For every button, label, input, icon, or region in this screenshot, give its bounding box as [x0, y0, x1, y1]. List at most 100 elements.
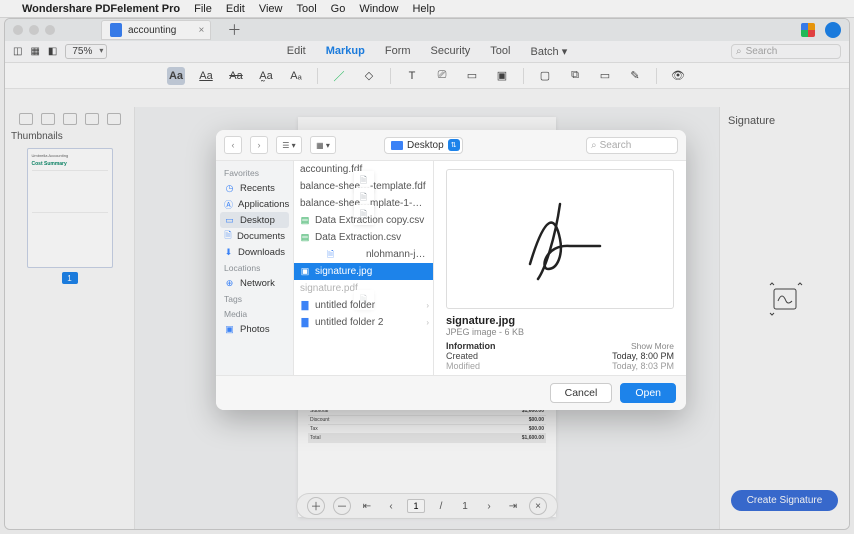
tags-header: Tags — [216, 291, 293, 306]
menu-window[interactable]: Window — [359, 3, 398, 15]
location-selector[interactable]: Desktop ⇅ — [384, 137, 463, 154]
signature-icon[interactable]: ✎ — [626, 67, 644, 85]
file-row[interactable]: ▤Data Extraction copy.csv — [294, 212, 433, 229]
folder-icon: ▇ — [300, 301, 310, 311]
sidebar-toggle-icon[interactable]: ◫ — [13, 46, 22, 57]
search-placeholder: Search — [746, 46, 778, 57]
tab-tool[interactable]: Tool — [490, 45, 510, 58]
file-row[interactable]: ▤Data Extraction.csv — [294, 229, 433, 246]
file-row[interactable]: 🗎signature.pdf — [294, 280, 433, 297]
tab-batch[interactable]: Batch ▾ — [530, 45, 567, 58]
sidebar-photos[interactable]: ▣Photos — [216, 321, 293, 337]
show-more-link[interactable]: Show More — [631, 341, 674, 351]
app-grid-icon[interactable] — [801, 23, 815, 37]
menu-edit[interactable]: Edit — [226, 3, 245, 15]
thumbnails-label: Thumbnails — [11, 131, 128, 142]
cancel-button[interactable]: Cancel — [550, 383, 613, 403]
squiggly-icon[interactable]: A̰a — [257, 67, 275, 85]
menu-help[interactable]: Help — [412, 3, 435, 15]
thumb-tool-1[interactable] — [19, 113, 33, 125]
file-open-dialog: ‹ › ☰ ▾ ▦ ▾ Desktop ⇅ ⌕ Search Favorites… — [216, 130, 686, 410]
file-row[interactable]: 🗎accounting.fdf — [294, 161, 433, 178]
layout-icon[interactable]: ◧ — [48, 46, 57, 57]
download-icon: ⬇ — [224, 247, 233, 258]
media-header: Media — [216, 306, 293, 321]
file-preview: signature.jpg JPEG image - 6 KB Informat… — [434, 161, 686, 375]
thumb-tool-3[interactable] — [63, 113, 77, 125]
thumb-tool-4[interactable] — [85, 113, 99, 125]
file-row[interactable]: ▇untitled folder› — [294, 297, 433, 314]
tab-form[interactable]: Form — [385, 45, 411, 58]
mac-menu-bar: Wondershare PDFelement Pro File Edit Vie… — [0, 0, 854, 18]
last-page-button[interactable]: ⇥ — [505, 501, 521, 512]
dialog-sidebar: Favorites ◷Recents ⒶApplications ▭Deskto… — [216, 161, 294, 375]
open-button[interactable]: Open — [620, 383, 676, 403]
tab-security[interactable]: Security — [431, 45, 471, 58]
sidebar-network[interactable]: ⊕Network — [216, 275, 293, 291]
menu-view[interactable]: View — [259, 3, 283, 15]
nav-forward-button[interactable]: › — [250, 136, 268, 154]
highlighter-icon[interactable]: ／ — [330, 67, 348, 85]
dialog-search[interactable]: ⌕ Search — [586, 137, 678, 154]
folder-icon — [391, 141, 403, 150]
thumb-tool-2[interactable] — [41, 113, 55, 125]
file-row[interactable]: ▇untitled folder 2› — [294, 314, 433, 331]
tab-close-icon[interactable]: × — [199, 25, 205, 36]
view-grid-button[interactable]: ▦ ▾ — [310, 136, 336, 154]
menu-file[interactable]: File — [194, 3, 212, 15]
traffic-lights[interactable] — [13, 25, 55, 35]
strike-icon[interactable]: Aa — [227, 67, 245, 85]
zoom-select[interactable]: 75% — [65, 44, 107, 59]
nav-back-button[interactable]: ‹ — [224, 136, 242, 154]
file-row[interactable]: 🗎balance-shee…-template.fdf — [294, 178, 433, 195]
file-row[interactable]: 🗎balance-shee…mplate-1-1.fdf — [294, 195, 433, 212]
area-icon[interactable]: ▣ — [493, 67, 511, 85]
file-row-selected[interactable]: ▣signature.jpg — [294, 263, 433, 280]
grid-icon[interactable]: ▦ — [30, 46, 39, 57]
callout-icon[interactable]: ⎚ — [433, 67, 451, 85]
preview-filename: signature.jpg — [446, 315, 674, 327]
hide-icon[interactable]: 👁 — [669, 67, 687, 85]
clock-icon: ◷ — [224, 183, 235, 194]
note-icon[interactable]: ▭ — [463, 67, 481, 85]
stamp-icon[interactable]: ▭ — [596, 67, 614, 85]
create-signature-button[interactable]: Create Signature — [731, 490, 839, 511]
next-page-button[interactable]: › — [481, 501, 497, 512]
app-search[interactable]: ⌕ Search — [731, 44, 841, 59]
menu-go[interactable]: Go — [331, 3, 346, 15]
dialog-toolbar: ‹ › ☰ ▾ ▦ ▾ Desktop ⇅ ⌕ Search — [216, 130, 686, 160]
menu-tool[interactable]: Tool — [296, 3, 316, 15]
user-avatar[interactable] — [825, 22, 841, 38]
app-name[interactable]: Wondershare PDFelement Pro — [22, 3, 180, 15]
attachment-icon[interactable]: ⧉ — [566, 67, 584, 85]
underline-icon[interactable]: Aa — [197, 67, 215, 85]
sidebar-applications[interactable]: ⒶApplications — [216, 196, 293, 212]
zoom-in-button[interactable]: ＋ — [307, 497, 325, 515]
page-total: 1 — [457, 501, 473, 512]
file-icon: 🗎 — [300, 250, 361, 260]
shape-icon[interactable]: ▢ — [536, 67, 554, 85]
tab-edit[interactable]: Edit — [287, 45, 306, 58]
first-page-button[interactable]: ⇤ — [359, 501, 375, 512]
page-thumbnail[interactable]: Umbrella Accounting Cost Summary 1 — [27, 148, 113, 284]
view-columns-button[interactable]: ☰ ▾ — [276, 136, 302, 154]
add-tab-button[interactable]: ＋ — [227, 20, 241, 40]
eraser-icon[interactable]: ◇ — [360, 67, 378, 85]
textbox-icon[interactable]: T — [403, 67, 421, 85]
tab-markup[interactable]: Markup — [326, 45, 365, 58]
sidebar-downloads[interactable]: ⬇Downloads — [216, 244, 293, 260]
page-input[interactable] — [407, 499, 425, 513]
document-tab[interactable]: accounting × — [101, 20, 211, 40]
prev-page-button[interactable]: ‹ — [383, 501, 399, 512]
caret-icon[interactable]: Aₐ — [287, 67, 305, 85]
close-pager-button[interactable]: × — [529, 497, 547, 515]
file-row[interactable]: 🗎nlohmann-json-license.txt — [294, 246, 433, 263]
highlight-text-icon[interactable]: Aa — [167, 67, 185, 85]
sidebar-desktop[interactable]: ▭Desktop — [220, 212, 289, 228]
thumb-tool-5[interactable] — [107, 113, 121, 125]
sidebar-documents[interactable]: 🗎Documents — [216, 228, 293, 244]
chevron-updown-icon: ⇅ — [448, 139, 460, 151]
sidebar-recents[interactable]: ◷Recents — [216, 180, 293, 196]
zoom-out-button[interactable]: － — [333, 497, 351, 515]
preview-meta: JPEG image - 6 KB — [446, 327, 674, 337]
